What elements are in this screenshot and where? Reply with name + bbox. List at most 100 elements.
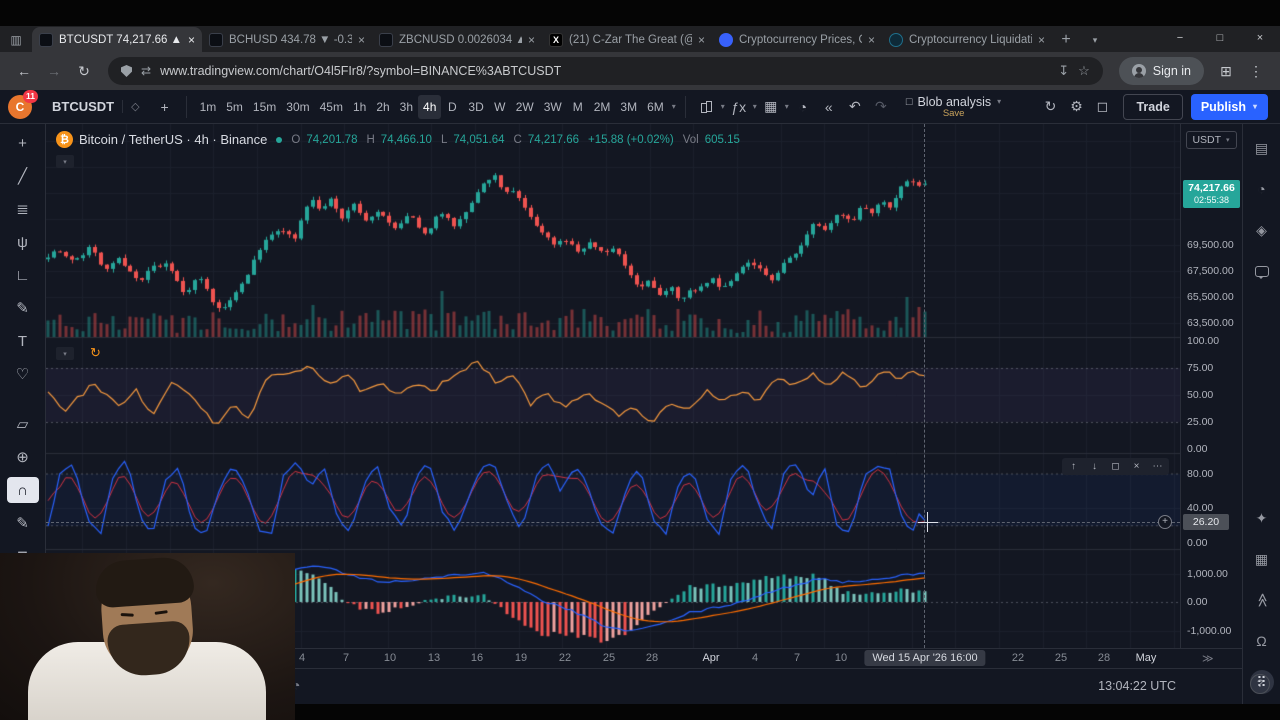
watchlist-icon[interactable]: ▤ [1250, 136, 1274, 160]
redo-icon[interactable]: ↷ [868, 95, 894, 119]
refresh-icon[interactable]: ↻ [1037, 95, 1063, 119]
timeframe-3D[interactable]: 3D [463, 95, 488, 119]
bookmark-star-icon[interactable]: ☆ [1078, 63, 1090, 79]
install-icon[interactable]: ↧ [1058, 63, 1069, 79]
new-tab-button[interactable]: + [1052, 28, 1080, 52]
symbol-title[interactable]: Bitcoin / TetherUS · 4h · Binance [79, 132, 267, 147]
timeframe-M[interactable]: M [567, 95, 589, 119]
add-alert-icon[interactable]: + [1158, 515, 1172, 529]
browser-tab[interactable]: ZBCNUSD 0.0026034 ▲ +0.2 × [372, 27, 542, 52]
timeframe-3M[interactable]: 3M [615, 95, 642, 119]
address-bar[interactable]: ⇄ www.tradingview.com/chart/O4l5FIr8/?sy… [108, 57, 1103, 85]
price-scale[interactable]: USDT ▾ 74,217.66 02:55:38 26.20 69,500.0… [1180, 124, 1242, 648]
long-position-tool[interactable]: ∟ [7, 262, 39, 288]
chart-legend[interactable]: ₿ Bitcoin / TetherUS · 4h · Binance O 74,… [56, 131, 743, 148]
grid-layout-icon[interactable]: ▦ [758, 95, 784, 119]
minimize-button[interactable]: − [1160, 26, 1200, 52]
timeframe-1h[interactable]: 1h [348, 95, 371, 119]
alert-icon[interactable]: ◔ [790, 95, 816, 119]
tab-close-icon[interactable]: × [1038, 33, 1045, 47]
layout-button[interactable]: □ Blob analysis ▾ Save [906, 90, 1002, 124]
tab-search-icon[interactable]: ▾ [1080, 28, 1110, 52]
grid-layout-icon-caret[interactable]: ▾ [785, 102, 789, 111]
timeframe-6M[interactable]: 6M [642, 95, 669, 119]
browser-tab[interactable]: X (21) C-Zar The Great (@C_Z × [542, 27, 712, 52]
timeframe-3h[interactable]: 3h [395, 95, 418, 119]
browser-tab[interactable]: Cryptocurrency Prices, Char × [712, 27, 882, 52]
fib-retracement-tool[interactable]: ≣ [7, 196, 39, 222]
pane-down-button[interactable]: ↓ [1085, 459, 1104, 474]
pitchfork-tool[interactable]: ψ [7, 229, 39, 255]
tab-close-icon[interactable]: × [868, 33, 875, 47]
pane-close-button[interactable]: × [1127, 459, 1146, 474]
ideas-icon[interactable]: ✦ [1250, 506, 1274, 530]
trade-button[interactable]: Trade [1123, 93, 1183, 120]
timeframe-45m[interactable]: 45m [315, 95, 348, 119]
object-tree-icon[interactable]: ◈ [1250, 218, 1274, 242]
crosshair-tool[interactable]: + [7, 130, 39, 156]
signin-button[interactable]: Sign in [1118, 57, 1204, 85]
price-pane-collapse-icon[interactable]: ▾ [56, 155, 74, 168]
maximize-button[interactable]: □ [1200, 26, 1240, 52]
indicators-icon-caret[interactable]: ▾ [753, 102, 757, 111]
pane-more-button[interactable]: ⋯ [1148, 459, 1167, 474]
publish-button[interactable]: Publish ▾ [1190, 93, 1268, 120]
timeframe-2h[interactable]: 2h [371, 95, 394, 119]
tab-close-icon[interactable]: × [528, 33, 535, 47]
browser-menu-icon[interactable]: ⋮ [1242, 57, 1270, 85]
timeframe-D[interactable]: D [441, 95, 463, 119]
magnet-tool[interactable]: ∩ [6, 477, 39, 503]
timeframe-15m[interactable]: 15m [248, 95, 281, 119]
browser-tab[interactable]: BTCUSDT 74,217.66 ▲ +0.12 × [32, 27, 202, 52]
site-security-icon[interactable] [121, 65, 132, 77]
rsi-pane-collapse-icon[interactable]: ▾ [56, 347, 74, 360]
bar-replay-icon[interactable]: « [816, 95, 842, 119]
symbol-search-button[interactable]: BTCUSDT ◇ [42, 94, 150, 120]
timeframe-2M[interactable]: 2M [589, 95, 616, 119]
reload-button[interactable]: ↻ [70, 57, 98, 85]
undo-icon[interactable]: ↶ [842, 95, 868, 119]
brush-tool[interactable]: ✎ [7, 295, 39, 321]
chat-icon[interactable] [1250, 259, 1274, 283]
tab-close-icon[interactable]: × [698, 33, 705, 47]
help-button[interactable]: ? [1250, 674, 1270, 694]
publish-caret-icon[interactable]: ▾ [1253, 102, 1257, 111]
close-button[interactable]: × [1240, 26, 1280, 52]
forward-button[interactable]: → [40, 57, 68, 85]
notifications-icon[interactable]: Ω [1250, 629, 1274, 653]
emoji-tool[interactable]: ♡ [7, 361, 39, 387]
timeframe-W[interactable]: W [489, 95, 511, 119]
browser-tab[interactable]: Cryptocurrency Liquidation × [882, 27, 1052, 52]
tab-close-icon[interactable]: × [358, 33, 365, 47]
url-text[interactable]: www.tradingview.com/chart/O4l5FIr8/?symb… [160, 64, 1049, 78]
candle-style-icon-caret[interactable]: ▾ [721, 102, 725, 111]
currency-toggle[interactable]: USDT ▾ [1186, 131, 1237, 149]
indicators-icon[interactable]: ƒx [726, 95, 752, 119]
symbol-flag-icon[interactable]: ◇ [122, 100, 140, 113]
settings-gear-icon[interactable]: ⚙ [1063, 95, 1089, 119]
save-label[interactable]: Save [943, 108, 1002, 119]
pane-maximize-button[interactable]: ◻ [1106, 459, 1125, 474]
timeframe-4h[interactable]: 4h [418, 94, 442, 119]
zoom-in-tool[interactable]: ⊕ [7, 444, 39, 470]
text-tool[interactable]: T [7, 328, 39, 354]
timeframe-5m[interactable]: 5m [221, 95, 248, 119]
compare-button[interactable]: + [152, 95, 178, 119]
tab-panel-icon[interactable]: ▥ [0, 28, 32, 52]
calendar-icon[interactable]: ▦ [1250, 547, 1274, 571]
tracking-icon[interactable]: ⇄ [141, 64, 151, 78]
browser-tab[interactable]: BCHUSD 434.78 ▼ -0.39% × [202, 27, 372, 52]
back-button[interactable]: ← [10, 57, 38, 85]
fullscreen-icon[interactable]: ◻ [1089, 95, 1115, 119]
extensions-icon[interactable]: ⊞ [1212, 57, 1240, 85]
measure-tool[interactable]: ▱ [7, 411, 39, 437]
tab-close-icon[interactable]: × [188, 33, 195, 47]
goto-realtime-icon[interactable]: ≫ [1202, 652, 1214, 665]
timeframe-30m[interactable]: 30m [281, 95, 314, 119]
alerts-panel-icon[interactable]: ◔ [1250, 177, 1274, 201]
timeframes-caret-icon[interactable]: ▾ [672, 102, 676, 111]
utc-clock[interactable]: 13:04:22 UTC [1098, 679, 1176, 693]
streams-icon[interactable]: ≫ [1250, 588, 1274, 612]
user-avatar[interactable]: C 11 [8, 89, 38, 119]
timeframe-3W[interactable]: 3W [539, 95, 567, 119]
